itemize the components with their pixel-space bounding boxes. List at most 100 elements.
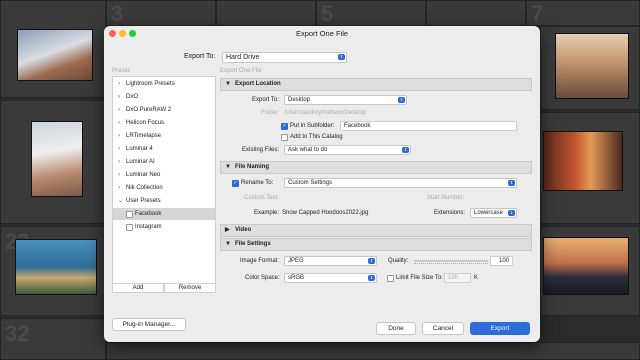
grid-cell[interactable]: 5: [316, 0, 426, 26]
grid-cell[interactable]: [216, 0, 316, 26]
grid-cell[interactable]: [106, 342, 640, 360]
thumbnail-image[interactable]: [15, 239, 97, 295]
export-location-select[interactable]: Desktop ⇕: [284, 95, 407, 105]
cancel-button[interactable]: Cancel: [422, 322, 464, 335]
folder-label: Folder:: [261, 110, 280, 116]
chevron-updown-icon: ⇕: [368, 258, 375, 264]
extensions-select[interactable]: Lowercase ⇕: [470, 208, 517, 218]
chevron-right-icon: ›: [118, 146, 120, 152]
color-space-select[interactable]: sRGB ⇕: [284, 273, 377, 283]
grid-cell[interactable]: 3: [106, 0, 216, 26]
limit-file-size-checkbox[interactable]: [387, 275, 394, 282]
preset-label: Preset:: [112, 68, 132, 74]
subfolder-input[interactable]: Facebook: [340, 121, 517, 131]
preset-item[interactable]: › DxO: [113, 91, 215, 103]
chevron-right-icon: ›: [118, 172, 120, 178]
folder-path: /Users/audreymattson/Desktop: [284, 110, 367, 116]
remove-preset-button[interactable]: Remove: [164, 283, 216, 293]
preset-item[interactable]: › Nik Collection: [113, 182, 215, 194]
add-preset-button[interactable]: Add: [112, 283, 164, 293]
chevron-updown-icon: ⇕: [398, 97, 405, 103]
slider-ticks: [414, 263, 488, 266]
preset-file-icon: [126, 224, 133, 231]
grid-cell[interactable]: 22: [0, 226, 106, 316]
preset-folder-user-presets[interactable]: ⌄ User Presets: [113, 195, 215, 207]
rename-to-label: Rename To:: [241, 180, 274, 186]
export-dialog: Export One File Export To: Hard Drive ⇕ …: [104, 26, 540, 342]
grid-cell[interactable]: [540, 26, 640, 110]
grid-cell[interactable]: 7: [526, 0, 640, 26]
preset-item[interactable]: › Helicon Focus: [113, 117, 215, 129]
example-label: Example:: [254, 210, 280, 216]
chevron-updown-icon: ⇕: [508, 210, 515, 216]
preset-item[interactable]: › Luminar 4: [113, 143, 215, 155]
preset-item[interactable]: › Luminar AI: [113, 156, 215, 168]
add-to-catalog-checkbox[interactable]: [281, 134, 288, 141]
grid-cell[interactable]: [540, 112, 640, 224]
chevron-right-icon: ›: [118, 120, 120, 126]
disclosure-right-icon: ▶: [225, 227, 230, 233]
quality-input[interactable]: 100: [490, 256, 513, 266]
preset-item[interactable]: › DxO PureRAW 2: [113, 104, 215, 116]
section-video[interactable]: ▶ Video: [220, 224, 532, 237]
chevron-updown-icon: ⇕: [338, 54, 345, 60]
grid-cell[interactable]: [426, 0, 526, 26]
preset-list: › Lightroom Presets › DxO › DxO PureRAW 2 ›…: [112, 76, 216, 284]
thumbnail-image[interactable]: [543, 131, 623, 191]
chevron-right-icon: ›: [118, 107, 120, 113]
grid-number: 5: [321, 1, 334, 26]
preset-item[interactable]: › Lightroom Presets: [113, 78, 215, 90]
chevron-right-icon: ›: [118, 159, 120, 165]
quality-label: Quality:: [388, 258, 409, 264]
export-location-label: Export To:: [252, 97, 279, 103]
disclosure-down-icon: ▼: [225, 164, 231, 170]
plugin-manager-button[interactable]: Plug-in Manager...: [112, 318, 186, 331]
put-in-subfolder-checkbox[interactable]: ✓: [281, 123, 288, 130]
existing-files-select[interactable]: Ask what to do ⇕: [284, 145, 411, 155]
rename-to-checkbox[interactable]: ✓: [232, 180, 239, 187]
export-to-label: Export To:: [184, 53, 216, 60]
thumbnail-image[interactable]: [31, 121, 83, 197]
quality-slider[interactable]: [414, 260, 488, 264]
preset-item-instagram[interactable]: Instagram: [113, 221, 215, 233]
disclosure-down-icon: ▼: [225, 81, 231, 87]
chevron-right-icon: ›: [118, 133, 120, 139]
chevron-down-icon: ⌄: [118, 198, 124, 204]
chevron-right-icon: ›: [118, 81, 120, 87]
chevron-right-icon: ›: [118, 94, 120, 100]
color-space-label: Color Space:: [245, 275, 280, 281]
example-filename: Snow Capped Hoodoos2022.jpg: [282, 210, 369, 216]
custom-text-label: Custom Text:: [244, 195, 279, 201]
preset-item-facebook[interactable]: Facebook: [113, 208, 215, 220]
add-to-catalog-label: Add to This Catalog: [290, 134, 343, 140]
grid-cell[interactable]: [540, 226, 640, 316]
done-button[interactable]: Done: [376, 322, 416, 335]
export-to-select[interactable]: Hard Drive ⇕: [222, 52, 347, 63]
preset-file-icon: [126, 211, 133, 218]
grid-cell[interactable]: [0, 100, 106, 224]
extensions-label: Extensions:: [434, 210, 466, 216]
disclosure-down-icon: ▼: [225, 241, 231, 247]
existing-files-label: Existing Files:: [242, 147, 280, 153]
limit-file-size-input[interactable]: 100: [444, 273, 471, 283]
start-number-label: Start Number:: [427, 195, 465, 201]
grid-number: 3: [111, 1, 124, 26]
dialog-title: Export One File: [295, 29, 349, 38]
export-button[interactable]: Export: [470, 322, 530, 335]
section-file-naming[interactable]: ▼ File Naming: [220, 161, 532, 174]
grid-cell[interactable]: [0, 0, 106, 98]
put-in-subfolder-label: Put in Subfolder:: [290, 123, 335, 129]
thumbnail-image[interactable]: [17, 29, 93, 81]
settings-header: Export One File: [220, 68, 262, 74]
section-export-location[interactable]: ▼ Export Location: [220, 78, 532, 91]
thumbnail-image[interactable]: [543, 237, 629, 295]
grid-number: 7: [531, 1, 544, 26]
preset-item[interactable]: › Luminar Neo: [113, 169, 215, 181]
limit-file-size-label: Limit File Size To:: [396, 275, 443, 281]
image-format-select[interactable]: JPEG ⇕: [284, 256, 377, 266]
rename-template-select[interactable]: Custom Settings ⇕: [284, 178, 517, 188]
section-file-settings[interactable]: ▼ File Settings: [220, 238, 532, 251]
grid-cell[interactable]: 32: [0, 318, 106, 360]
preset-item[interactable]: › LRTimelapse: [113, 130, 215, 142]
thumbnail-image[interactable]: [555, 33, 629, 99]
